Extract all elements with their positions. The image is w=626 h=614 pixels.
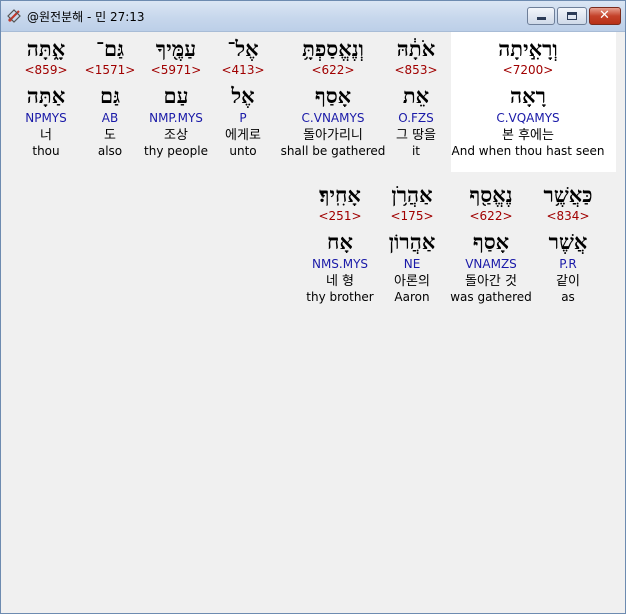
korean-gloss: 본 후에는: [502, 128, 554, 143]
hebrew-word: וְרָאִ֣יתָה: [498, 36, 558, 61]
hebrew-word: וְנֶאֱסַפְתָּ֥: [302, 36, 364, 61]
interlinear-panel: וְרָאִ֣יתָה <7200> רָאָה C.VQAMYS 본 후에는 And w…: [6, 32, 620, 610]
hebrew-root: רָאָה: [510, 83, 546, 108]
hebrew-word: אַהֲרֹ֥ן: [391, 182, 433, 207]
morphology-code: P.R: [559, 257, 577, 271]
hebrew-word: עַמֶּ֖יךָ: [155, 36, 197, 61]
morphology-code: NMS.MYS: [311, 257, 369, 271]
word-cell[interactable]: אַהֲרֹ֥ן <175> אַהֲרוֹן NE 아론의 Aaron: [389, 182, 436, 305]
strong-number: <413>: [221, 63, 265, 77]
english-gloss: it: [411, 144, 421, 158]
maximize-button[interactable]: [557, 7, 587, 25]
strong-number: <853>: [394, 63, 438, 77]
word-cell[interactable]: וְרָאִ֣יתָה <7200> רָאָה C.VQAMYS 본 후에는 And w…: [452, 36, 605, 159]
strong-number: <251>: [318, 209, 362, 223]
maximize-icon: [567, 12, 577, 20]
app-window: @원전분해 - 민 27:13 ✕ וְרָאִ֣יתָה <7200> רָאָה…: [0, 0, 626, 614]
strong-number: <175>: [390, 209, 434, 223]
hebrew-root: אָסַף: [472, 229, 510, 254]
korean-gloss: 네 형: [325, 274, 355, 289]
english-gloss: unto: [229, 144, 257, 158]
korean-gloss: 아론의: [394, 274, 430, 289]
morphology-code: NMP.MYS: [149, 111, 203, 125]
word-cell[interactable]: וְנֶאֱסַפְתָּ֥ <622> אָסַף C.VNAMYS 돌아가리니 sha…: [281, 36, 386, 159]
english-gloss: thy people: [144, 144, 208, 158]
hebrew-root: אַתָּה: [26, 83, 66, 108]
english-gloss: shall be gathered: [280, 144, 386, 158]
strong-number: <622>: [469, 209, 513, 223]
korean-gloss: 돌아간 것: [465, 274, 517, 289]
title-bar[interactable]: @원전분해 - 민 27:13 ✕: [1, 1, 625, 32]
hebrew-word: נֶאֱסַ֖ף: [469, 182, 513, 207]
hebrew-root: אַהֲרוֹן: [388, 229, 436, 254]
morphology-code: P: [239, 111, 247, 125]
close-button[interactable]: ✕: [589, 7, 621, 25]
strong-number: <834>: [546, 209, 590, 223]
hebrew-root: אָסַף: [314, 83, 352, 108]
minimize-icon: [537, 17, 546, 20]
hebrew-word: גַּם־: [95, 36, 125, 61]
app-icon: [7, 9, 21, 23]
word-cell[interactable]: אֹתָ֔הּ <853> אֵת O.FZS 그 땅을 it: [394, 36, 437, 159]
strong-number: <1571>: [84, 63, 136, 77]
minimize-button[interactable]: [527, 7, 555, 25]
korean-gloss: 너: [40, 128, 52, 143]
korean-gloss: 조상: [164, 128, 188, 143]
strong-number: <5971>: [150, 63, 202, 77]
hebrew-root: אֶל: [231, 83, 255, 108]
morphology-code: VNAMZS: [465, 257, 517, 271]
word-cell[interactable]: כַּאֲשֶׁ֥ר <834> אֲשֶׁר P.R 같이 as: [544, 182, 593, 305]
hebrew-root: גַּם: [99, 83, 121, 108]
hebrew-word: אֹתָ֔הּ: [396, 36, 436, 61]
korean-gloss: 돌아가리니: [303, 128, 363, 143]
word-cell[interactable]: גַּם־ <1571> גַּם AB 도 also: [85, 36, 136, 159]
morphology-code: C.VQAMYS: [496, 111, 560, 125]
hebrew-word: כַּאֲשֶׁ֥ר: [543, 182, 593, 207]
hebrew-word: אֶל־: [227, 36, 259, 61]
close-icon: ✕: [599, 8, 610, 23]
strong-number: <7200>: [502, 63, 554, 77]
english-gloss: also: [97, 144, 123, 158]
hebrew-root: אֲשֶׁר: [548, 229, 588, 254]
word-cell[interactable]: עַמֶּ֖יךָ <5971> עַם NMP.MYS 조상 thy people: [144, 36, 208, 159]
word-cell[interactable]: אָחִֽיךָ׃ <251> אָח NMS.MYS 네 형 thy brother: [306, 182, 373, 305]
hebrew-root: אָח: [327, 229, 353, 254]
morphology-code: NPMYS: [25, 111, 67, 125]
hebrew-word: אָ֑תָּה: [26, 36, 66, 61]
english-gloss: as: [561, 290, 575, 304]
hebrew-root: עַם: [163, 83, 189, 108]
word-cell[interactable]: אָ֑תָּה <859> אַתָּה NPMYS 너 thou: [24, 36, 67, 159]
word-cell[interactable]: נֶאֱסַ֖ף <622> אָסַף VNAMZS 돌아간 것 was gathere…: [450, 182, 532, 305]
hebrew-root: אֵת: [402, 83, 430, 108]
english-gloss: Aaron: [394, 290, 430, 304]
strong-number: <622>: [311, 63, 355, 77]
morphology-code: C.VNAMYS: [301, 111, 365, 125]
korean-gloss: 에게로: [225, 128, 261, 143]
korean-gloss: 그 땅을: [395, 128, 437, 143]
english-gloss: was gathered: [450, 290, 532, 304]
english-gloss: thou: [32, 144, 60, 158]
morphology-code: AB: [101, 111, 119, 125]
word-cell[interactable]: אֶל־ <413> אֶל P 에게로 unto: [221, 36, 264, 159]
english-gloss: thy brother: [306, 290, 374, 304]
hebrew-word: אָחִֽיךָ׃: [319, 182, 361, 207]
morphology-code: NE: [403, 257, 421, 271]
window-title: @원전분해 - 민 27:13: [27, 10, 145, 24]
english-gloss: And when thou hast seen: [451, 144, 605, 158]
korean-gloss: 도: [104, 128, 116, 143]
korean-gloss: 같이: [556, 274, 580, 289]
morphology-code: O.FZS: [398, 111, 434, 125]
strong-number: <859>: [24, 63, 68, 77]
